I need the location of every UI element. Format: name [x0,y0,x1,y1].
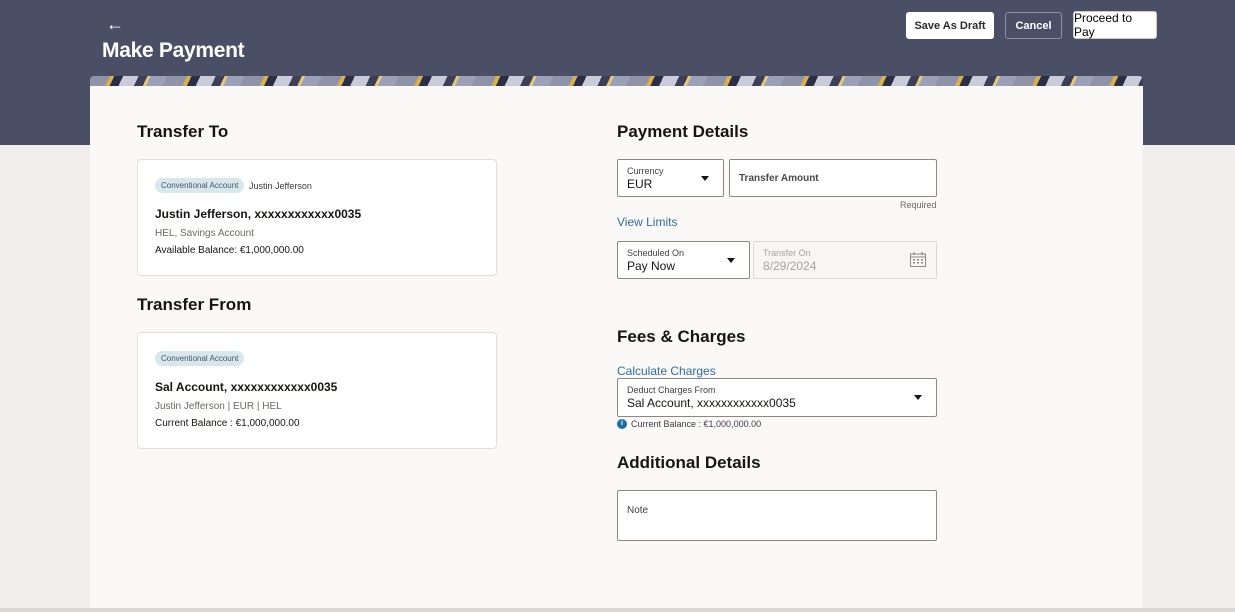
back-arrow-icon[interactable]: ← [106,14,124,34]
account-name: Sal Account, xxxxxxxxxxxx0035 [155,380,338,394]
cancel-button[interactable]: Cancel [1005,12,1062,39]
transfer-to-account-card[interactable]: Conventional Account Justin Jefferson Ju… [137,159,497,276]
currency-label: Currency [627,166,664,176]
account-subtitle: HEL, Savings Account [155,228,254,239]
required-hint: Required [900,200,937,210]
decorative-pattern-strip [90,76,1143,86]
bottom-divider [0,608,1235,612]
calculate-charges-link[interactable]: Calculate Charges [617,364,716,378]
deduct-account-balance: Current Balance : €1,000,000.00 [631,419,762,429]
page-title: Make Payment [102,39,245,62]
fees-charges-title: Fees & Charges [617,327,746,346]
note-textarea[interactable]: Note [617,490,937,541]
current-balance: Current Balance : €1,000,000.00 [155,418,300,429]
payee-name: Justin Jefferson [249,181,312,191]
deduct-charges-value: Sal Account, xxxxxxxxxxxx0035 [627,396,796,410]
additional-details-title: Additional Details [617,453,761,472]
currency-select[interactable]: Currency EUR [617,159,724,197]
transfer-on-label: Transfer On [763,248,811,258]
transfer-to-title: Transfer To [137,122,229,141]
scheduled-on-label: Scheduled On [627,248,685,258]
note-placeholder: Note [627,505,649,516]
scheduled-on-value: Pay Now [627,259,676,273]
transfer-on-date-field[interactable]: Transfer On 8/29/2024 [753,241,937,279]
proceed-to-pay-button[interactable]: Proceed to Pay [1073,11,1157,39]
deduct-charges-from-select[interactable]: Deduct Charges From Sal Account, xxxxxxx… [617,378,937,417]
available-balance: Available Balance: €1,000,000.00 [155,245,304,256]
save-as-draft-button[interactable]: Save As Draft [906,12,994,39]
info-icon: i [617,419,627,429]
account-name: Justin Jefferson, xxxxxxxxxxxx0035 [155,207,362,221]
chevron-down-icon [914,395,922,400]
transfer-amount-placeholder: Transfer Amount [739,173,819,184]
transfer-from-title: Transfer From [137,295,252,314]
calendar-icon[interactable] [910,252,926,267]
view-limits-link[interactable]: View Limits [617,215,677,229]
transfer-from-account-card[interactable]: Conventional Account Sal Account, xxxxxx… [137,332,497,449]
chevron-down-icon [727,258,735,263]
currency-value: EUR [627,177,653,191]
account-subtitle: Justin Jefferson | EUR | HEL [155,401,282,412]
account-type-badge: Conventional Account [155,178,245,193]
account-type-badge: Conventional Account [155,351,245,366]
deduct-charges-label: Deduct Charges From [627,385,716,395]
payment-details-title: Payment Details [617,122,749,141]
transfer-on-value: 8/29/2024 [763,259,817,273]
payment-form-card: Transfer To Conventional Account Justin … [90,86,1143,612]
chevron-down-icon [701,176,709,181]
transfer-amount-input[interactable]: Transfer Amount [729,159,937,197]
scheduled-on-select[interactable]: Scheduled On Pay Now [617,241,750,279]
